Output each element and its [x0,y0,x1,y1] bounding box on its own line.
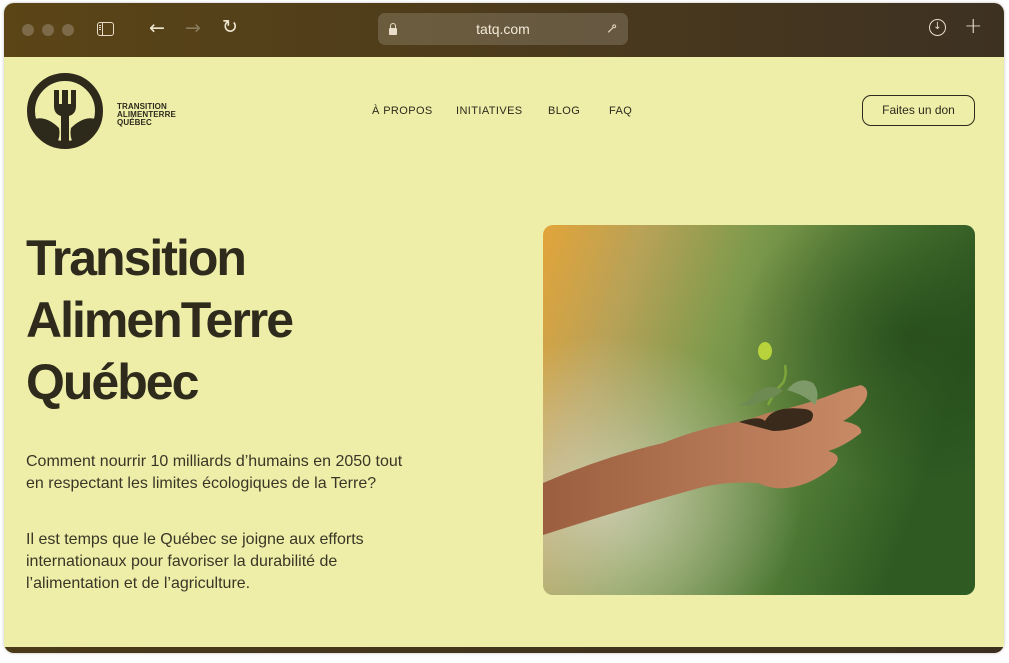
sidebar-toggle-icon[interactable] [97,22,114,36]
hero-paragraph-2: Il est temps que le Québec se joigne aux… [26,531,364,592]
hero-title: Transition AlimenTerre Québec [26,227,446,413]
nav-link-blog[interactable]: BLOG [548,105,580,117]
reload-icon[interactable]: ↻ [222,16,238,38]
address-bar[interactable]: tatq.com ⊸ [378,13,628,45]
back-arrow-icon[interactable]: ← [149,17,165,39]
hero-title-line-3: Québec [26,354,199,410]
nav-link-apropos[interactable]: À PROPOS [372,105,433,117]
download-icon[interactable]: ↓ [929,19,946,36]
close-window-button[interactable] [22,24,34,36]
hero-paragraph-1: Comment nourrir 10 milliards d’humains e… [26,453,403,492]
minimize-window-button[interactable] [42,24,54,36]
hero-title-line-1: Transition [26,230,247,286]
web-page: TRANSITION ALIMENTERRE QUÉBEC À PROPOS I… [4,57,1004,653]
logo-wordmark[interactable]: TRANSITION ALIMENTERRE QUÉBEC [117,103,176,127]
logo-line-3: QUÉBEC [117,118,152,127]
hero-image-seedling-in-hand [543,225,975,595]
browser-titlebar: ← → ↻ tatq.com ⊸ ↓ + [4,3,1004,57]
zoom-window-button[interactable] [62,24,74,36]
new-tab-plus-icon[interactable]: + [964,14,982,39]
browser-window: ← → ↻ tatq.com ⊸ ↓ + TRANSITION ALIMENTE… [4,3,1004,653]
nav-link-initiatives[interactable]: INITIATIVES [456,105,523,117]
forward-arrow-icon[interactable]: → [185,17,201,39]
donate-button[interactable]: Faites un don [862,95,975,126]
address-url: tatq.com [476,21,530,37]
nav-link-faq[interactable]: FAQ [609,105,632,117]
site-logo[interactable] [25,70,105,152]
page-bottom-strip [4,647,1004,653]
hero-title-line-2: AlimenTerre [26,292,294,348]
